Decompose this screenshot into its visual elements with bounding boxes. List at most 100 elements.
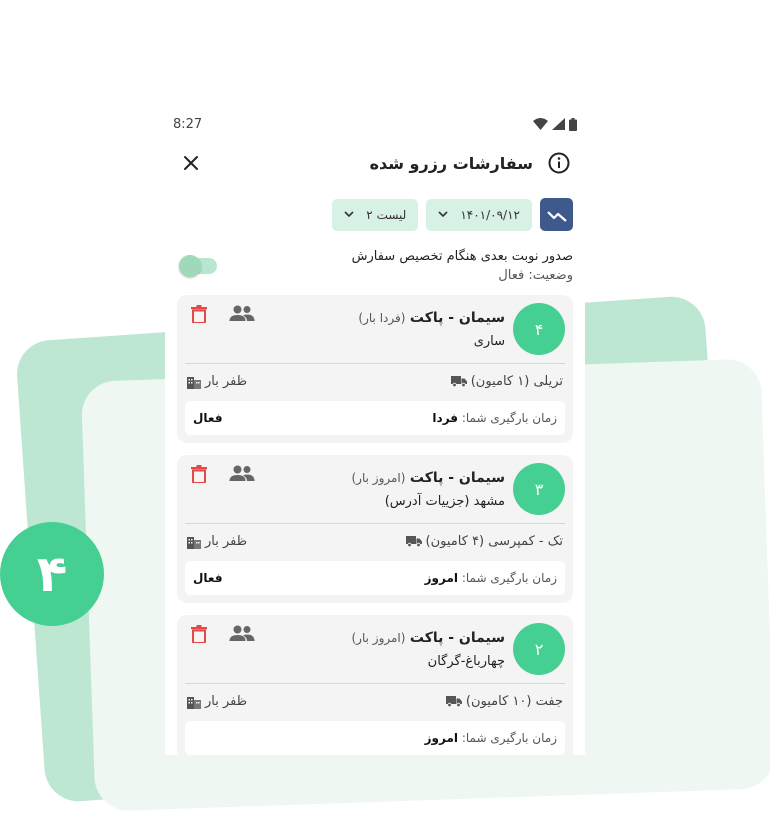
delete-button[interactable] [191, 305, 207, 327]
order-details: تک - کمپرسی (۴ کامیون) ظفر بار [185, 534, 565, 549]
order-number: ۲ [513, 623, 565, 675]
delete-icon [191, 305, 207, 324]
group-button[interactable] [229, 625, 255, 645]
order-details: جفت (۱۰ کامیون) ظفر بار [185, 694, 565, 709]
order-info: سیمان - پاکت (امروز بار) مشهد (جزییات آد… [351, 470, 505, 509]
filter-bar: ۱۴۰۱/۰۹/۱۲ لیست ۲ [165, 188, 585, 231]
step-badge: ۴ [0, 522, 104, 626]
chart-icon [546, 210, 567, 222]
delete-button[interactable] [191, 465, 207, 487]
order-subtitle: (امروز بار) [351, 470, 406, 485]
order-divider [185, 363, 565, 364]
loading-time-box: زمان بارگیری شما: امروز [185, 721, 565, 755]
order-title: سیمان - پاکت [409, 309, 505, 326]
battery-icon [569, 117, 577, 131]
vehicle-info: جفت (۱۰ کامیون) [445, 694, 563, 709]
delete-icon [191, 625, 207, 644]
vehicle-info: تک - کمپرسی (۴ کامیون) [405, 534, 563, 549]
list-select[interactable]: لیست ۲ [332, 198, 419, 231]
container-info: ظفر بار [187, 374, 247, 389]
loading-time-box: زمان بارگیری شما: امروز فعال [185, 561, 565, 595]
order-number: ۴ [513, 303, 565, 355]
auto-issue-status: وضعیت: فعال [498, 268, 573, 283]
orders-list: ۴ سیمان - پاکت (فردا بار) ساری تریلی (۱ … [165, 295, 585, 755]
loading-time-label: زمان بارگیری شما: [461, 731, 557, 745]
vehicle-text: جفت (۱۰ کامیون) [465, 694, 563, 709]
building-icon [187, 536, 201, 549]
order-card-header: ۴ سیمان - پاکت (فردا بار) ساری [185, 303, 565, 355]
order-subtitle: (امروز بار) [351, 630, 406, 645]
chart-button[interactable] [540, 198, 573, 231]
group-icon [229, 625, 255, 641]
order-card[interactable]: ۴ سیمان - پاکت (فردا بار) ساری تریلی (۱ … [177, 295, 573, 443]
status-bar: 8:27 [165, 110, 585, 138]
building-icon [187, 376, 201, 389]
order-details: تریلی (۱ کامیون) ظفر بار [185, 374, 565, 389]
status-icons [533, 117, 577, 131]
info-icon [548, 152, 570, 174]
order-info: سیمان - پاکت (فردا بار) ساری [358, 310, 505, 349]
order-card-main: ۳ سیمان - پاکت (امروز بار) مشهد (جزییات … [351, 463, 565, 515]
order-state: فعال [193, 411, 223, 425]
loading-time-value: امروز [424, 571, 459, 585]
auto-issue-text: صدور نوبت بعدی هنگام تخصیص سفارش وضعیت: … [352, 249, 573, 283]
loading-time: زمان بارگیری شما: امروز [425, 731, 557, 745]
loading-time-label: زمان بارگیری شما: [461, 571, 557, 585]
order-info: سیمان - پاکت (امروز بار) چهارباغ-گرگان [351, 630, 505, 669]
order-card-main: ۴ سیمان - پاکت (فردا بار) ساری [358, 303, 565, 355]
truck-icon [445, 696, 462, 707]
phone-screen: 8:27 سفارشات رزرو شده ۱۴۰۱/۰۹/۱۲ لیست ۲ [165, 110, 585, 755]
auto-issue-title: صدور نوبت بعدی هنگام تخصیص سفارش [351, 249, 573, 264]
auto-issue-toggle[interactable] [179, 255, 217, 277]
group-button[interactable] [229, 465, 255, 485]
auto-issue-setting: صدور نوبت بعدی هنگام تخصیص سفارش وضعیت: … [165, 231, 585, 283]
order-subtitle: (فردا بار) [358, 310, 406, 325]
vehicle-text: تک - کمپرسی (۴ کامیون) [425, 534, 563, 549]
loading-time-value: فردا [432, 411, 459, 425]
container-text: ظفر بار [205, 374, 248, 389]
loading-time-box: زمان بارگیری شما: فردا فعال [185, 401, 565, 435]
order-state: فعال [193, 571, 223, 585]
delete-icon [191, 465, 207, 484]
order-card[interactable]: ۲ سیمان - پاکت (امروز بار) چهارباغ-گرگان… [177, 615, 573, 755]
order-number: ۳ [513, 463, 565, 515]
app-bar: سفارشات رزرو شده [165, 138, 585, 188]
order-location: مشهد (جزییات آدرس) [384, 493, 505, 509]
container-text: ظفر بار [205, 694, 248, 709]
page-title: سفارشات رزرو شده [369, 153, 533, 173]
truck-icon [405, 536, 422, 547]
order-title: سیمان - پاکت [409, 629, 505, 646]
list-select-value: لیست ۲ [366, 207, 407, 222]
order-title-line: سیمان - پاکت (امروز بار) [351, 630, 505, 646]
order-actions [185, 303, 255, 355]
order-divider [185, 523, 565, 524]
info-button[interactable] [547, 151, 571, 175]
order-card-header: ۳ سیمان - پاکت (امروز بار) مشهد (جزییات … [185, 463, 565, 515]
group-icon [229, 465, 255, 481]
wifi-icon [533, 118, 548, 130]
app-bar-right: سفارشات رزرو شده [370, 151, 571, 175]
loading-time: زمان بارگیری شما: فردا [432, 411, 557, 425]
order-title: سیمان - پاکت [409, 469, 505, 486]
date-select[interactable]: ۱۴۰۱/۰۹/۱۲ [426, 198, 532, 231]
signal-icon [552, 118, 565, 130]
order-card-main: ۲ سیمان - پاکت (امروز بار) چهارباغ-گرگان [351, 623, 565, 675]
loading-time: زمان بارگیری شما: امروز [425, 571, 557, 585]
close-button[interactable] [179, 151, 203, 175]
toggle-knob [179, 255, 201, 277]
container-text: ظفر بار [205, 534, 248, 549]
order-location: ساری [473, 333, 505, 349]
order-card[interactable]: ۳ سیمان - پاکت (امروز بار) مشهد (جزییات … [177, 455, 573, 603]
container-info: ظفر بار [187, 694, 247, 709]
status-time: 8:27 [173, 116, 203, 132]
chevron-down-icon [438, 211, 448, 218]
group-button[interactable] [229, 305, 255, 325]
building-icon [187, 696, 201, 709]
vehicle-info: تریلی (۱ کامیون) [450, 374, 563, 389]
loading-time-value: امروز [424, 731, 459, 745]
order-divider [185, 683, 565, 684]
order-actions [185, 623, 255, 675]
group-icon [229, 305, 255, 321]
step-badge-number: ۴ [36, 545, 68, 603]
delete-button[interactable] [191, 625, 207, 647]
